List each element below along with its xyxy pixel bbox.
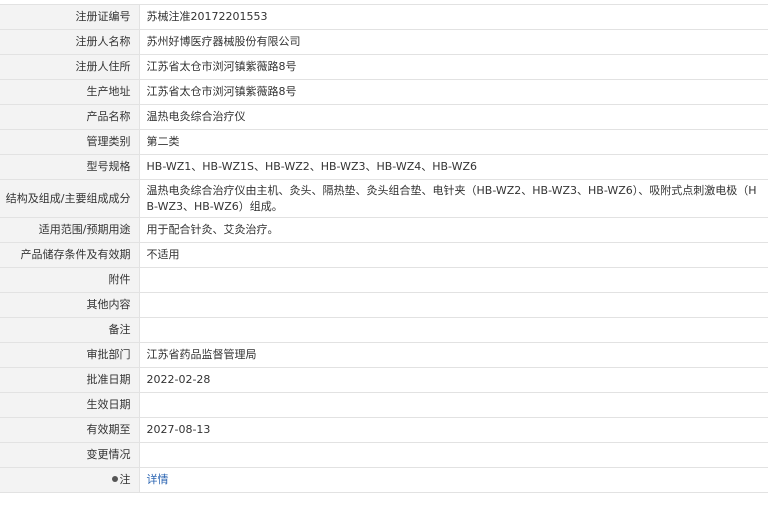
field-label: 生效日期 — [0, 392, 140, 418]
field-value: 江苏省太仓市浏河镇紫薇路8号 — [139, 54, 768, 80]
table-row: 备注 — [0, 317, 768, 343]
note-label-cell: 注 — [0, 467, 140, 493]
note-label: 注 — [119, 473, 131, 486]
field-label: 产品名称 — [0, 104, 140, 130]
table-row: 生产地址 江苏省太仓市浏河镇紫薇路8号 — [0, 79, 768, 105]
table-row: 审批部门 江苏省药品监督管理局 — [0, 342, 768, 368]
table-row: 结构及组成/主要组成成分 温热电灸综合治疗仪由主机、灸头、隔热垫、灸头组合垫、电… — [0, 179, 768, 218]
table-row: 注册人住所 江苏省太仓市浏河镇紫薇路8号 — [0, 54, 768, 80]
field-label: 型号规格 — [0, 154, 140, 180]
field-value — [139, 267, 768, 293]
field-label: 产品储存条件及有效期 — [0, 242, 140, 268]
table-row: 注册人名称 苏州好博医疗器械股份有限公司 — [0, 29, 768, 55]
table-row: 变更情况 — [0, 442, 768, 468]
note-row: 注 详情 — [0, 467, 768, 493]
note-value-cell: 详情 — [139, 467, 768, 493]
field-label: 变更情况 — [0, 442, 140, 468]
table-row: 注册证编号 苏械注准20172201553 — [0, 4, 768, 30]
field-label: 其他内容 — [0, 292, 140, 318]
field-value: 用于配合针灸、艾灸治疗。 — [139, 217, 768, 243]
field-label: 审批部门 — [0, 342, 140, 368]
field-label: 有效期至 — [0, 417, 140, 443]
table-row: 产品储存条件及有效期 不适用 — [0, 242, 768, 268]
registration-info-table: 注册证编号 苏械注准20172201553 注册人名称 苏州好博医疗器械股份有限… — [0, 4, 768, 493]
field-value: 温热电灸综合治疗仪 — [139, 104, 768, 130]
field-value — [139, 442, 768, 468]
field-label: 注册人名称 — [0, 29, 140, 55]
field-value — [139, 292, 768, 318]
field-value: 江苏省药品监督管理局 — [139, 342, 768, 368]
field-value — [139, 392, 768, 418]
field-value: 第二类 — [139, 129, 768, 155]
details-link[interactable]: 详情 — [147, 473, 169, 486]
field-value: 2027-08-13 — [139, 417, 768, 443]
table-row: 管理类别 第二类 — [0, 129, 768, 155]
field-label: 注册证编号 — [0, 4, 140, 30]
table-row: 生效日期 — [0, 392, 768, 418]
field-value: 苏械注准20172201553 — [139, 4, 768, 30]
field-value: 不适用 — [139, 242, 768, 268]
field-label: 生产地址 — [0, 79, 140, 105]
field-value: 2022-02-28 — [139, 367, 768, 393]
field-label: 注册人住所 — [0, 54, 140, 80]
table-row: 型号规格 HB-WZ1、HB-WZ1S、HB-WZ2、HB-WZ3、HB-WZ4… — [0, 154, 768, 180]
field-value — [139, 317, 768, 343]
table-row: 附件 — [0, 267, 768, 293]
table-row: 适用范围/预期用途 用于配合针灸、艾灸治疗。 — [0, 217, 768, 243]
field-label: 附件 — [0, 267, 140, 293]
field-value: 温热电灸综合治疗仪由主机、灸头、隔热垫、灸头组合垫、电针夹（HB-WZ2、HB-… — [139, 179, 768, 218]
table-row: 产品名称 温热电灸综合治疗仪 — [0, 104, 768, 130]
field-label: 适用范围/预期用途 — [0, 217, 140, 243]
table-row: 批准日期 2022-02-28 — [0, 367, 768, 393]
table-row: 其他内容 — [0, 292, 768, 318]
table-row: 有效期至 2027-08-13 — [0, 417, 768, 443]
field-value: HB-WZ1、HB-WZ1S、HB-WZ2、HB-WZ3、HB-WZ4、HB-W… — [139, 154, 768, 180]
field-label: 管理类别 — [0, 129, 140, 155]
info-dot-icon — [111, 476, 118, 482]
field-label: 批准日期 — [0, 367, 140, 393]
field-value: 江苏省太仓市浏河镇紫薇路8号 — [139, 79, 768, 105]
field-value: 苏州好博医疗器械股份有限公司 — [139, 29, 768, 55]
field-label: 备注 — [0, 317, 140, 343]
field-label: 结构及组成/主要组成成分 — [0, 179, 140, 218]
